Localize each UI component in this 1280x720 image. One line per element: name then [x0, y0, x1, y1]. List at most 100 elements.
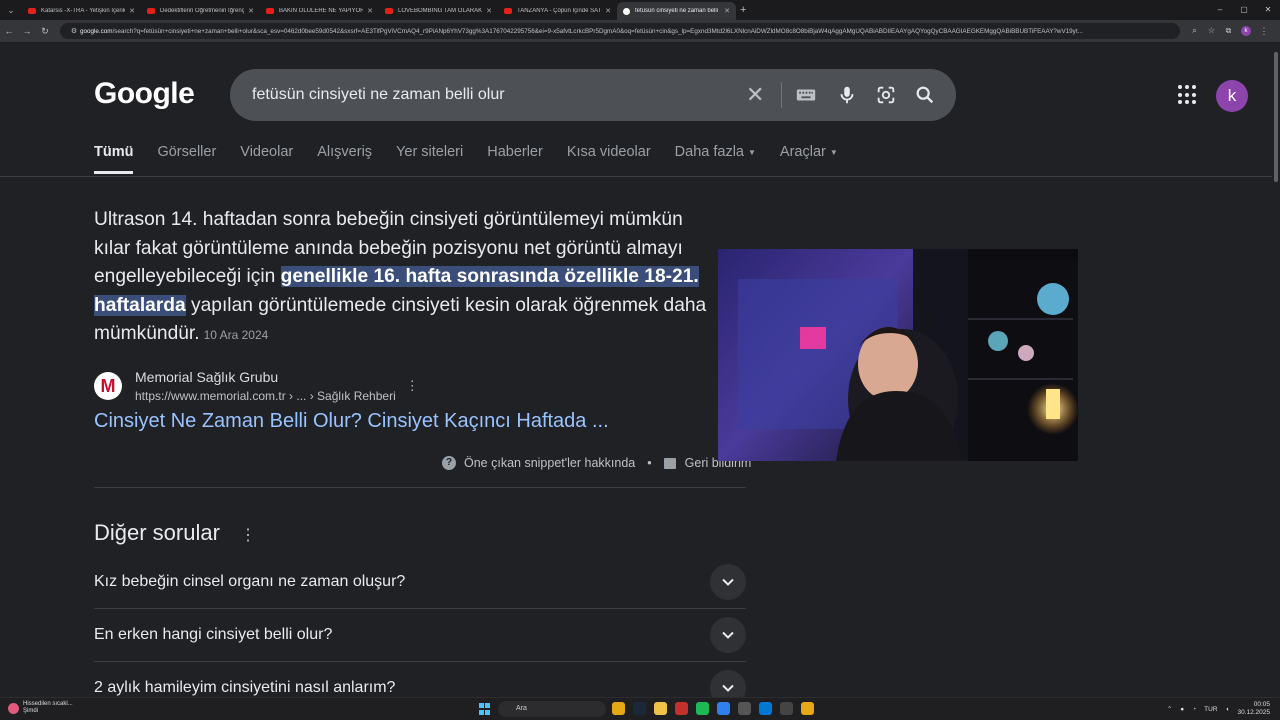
window-close-icon[interactable]: ✕ — [1256, 0, 1280, 20]
app-icon[interactable] — [717, 702, 730, 715]
webcam-image — [718, 249, 1078, 461]
close-icon[interactable]: ✕ — [486, 7, 492, 15]
extensions-icon[interactable]: ⧉ — [1220, 26, 1237, 36]
caret-down-icon: ▼ — [747, 147, 756, 157]
tab-more[interactable]: Daha fazla ▼ — [675, 144, 756, 174]
keyboard-icon[interactable] — [795, 84, 817, 106]
lang-indicator[interactable]: TUR — [1204, 706, 1217, 713]
close-icon[interactable]: ✕ — [367, 7, 373, 15]
opera-icon[interactable] — [675, 702, 688, 715]
close-icon[interactable]: ✕ — [605, 7, 611, 15]
network-icon[interactable]: ◔ — [1192, 706, 1196, 713]
search-input[interactable] — [252, 86, 732, 104]
chevron-down-icon[interactable] — [710, 564, 746, 600]
maximize-icon[interactable]: ▢ — [1232, 0, 1256, 20]
browser-tab-active[interactable]: fetüsün cinsiyeti ne zaman belli ✕ — [617, 2, 736, 20]
chrome-icon[interactable] — [801, 702, 814, 715]
tab-label: Kısa videolar — [566, 144, 651, 160]
microphone-icon[interactable] — [836, 84, 858, 106]
paa-question[interactable]: 2 aylık hamileyim cinsiyetini nasıl anla… — [94, 662, 746, 697]
tab-short-videos[interactable]: Kısa videolar — [567, 144, 651, 174]
snippet-divider — [94, 487, 746, 488]
spotify-icon[interactable] — [696, 702, 709, 715]
browser-tab[interactable]: BAKIN ÖLÜLERE NE YAPIYORLAR✕ — [260, 2, 379, 20]
tab-tools[interactable]: Araçlar ▼ — [780, 144, 838, 174]
paa-question[interactable]: Kız bebeğin cinsel organı ne zaman oluşu… — [94, 556, 746, 609]
github-icon[interactable] — [780, 702, 793, 715]
webcam-overlay — [718, 249, 1078, 461]
account-avatar[interactable]: k — [1216, 80, 1248, 112]
close-icon[interactable]: ✕ — [248, 7, 254, 15]
speaker-icon[interactable]: ◖ — [1226, 706, 1230, 713]
tab-label: Tümü — [94, 144, 134, 160]
file-explorer-icon[interactable] — [654, 702, 667, 715]
forward-arrow-icon[interactable]: → — [18, 26, 36, 36]
more-options-icon[interactable]: ⋮ — [406, 378, 419, 394]
browser-tab[interactable]: TANZANYA - Çöpün İçinde SAT ✕ — [498, 2, 617, 20]
paa-question[interactable]: En erken hangi cinsiyet belli olur? — [94, 609, 746, 662]
site-info-icon[interactable]: ⚙ — [68, 27, 80, 35]
url-path: /search?q=fetüsün+cinsiyeti+ne+zaman+bel… — [112, 27, 1083, 35]
windows-start-icon[interactable] — [479, 703, 491, 715]
url-host: google.com — [80, 27, 113, 35]
bookmark-star-icon[interactable]: ☆ — [1203, 26, 1220, 36]
youtube-icon — [504, 8, 512, 14]
about-snippets-link[interactable]: Öne çıkan snippet'ler hakkında — [464, 456, 635, 470]
tab-title: TANZANYA - Çöpün İçinde SAT — [517, 8, 602, 14]
browser-menu-icon[interactable]: ⋮ — [1255, 26, 1273, 37]
taskbar-clock[interactable]: 00:05 30.12.2025 — [1237, 701, 1270, 717]
more-options-icon[interactable]: ⋮ — [240, 525, 256, 545]
zoom-search-icon[interactable]: ⌕ — [1186, 26, 1203, 36]
result-title-link[interactable]: Cinsiyet Ne Zaman Belli Olur? Cinsiyet K… — [94, 410, 609, 433]
close-icon[interactable]: ✕ — [129, 7, 135, 15]
tab-title: BAKIN ÖLÜLERE NE YAPIYORLAR — [279, 8, 364, 14]
clear-icon[interactable]: ✕ — [746, 82, 764, 108]
tab-label: Yer siteleri — [396, 144, 464, 160]
tab-label: Videolar — [240, 144, 294, 160]
minimize-icon[interactable]: – — [1208, 0, 1232, 20]
chrome-icon[interactable] — [612, 702, 625, 715]
google-logo[interactable]: Google — [94, 77, 195, 111]
tab-places[interactable]: Yer siteleri — [396, 144, 463, 174]
steam-icon[interactable] — [633, 702, 646, 715]
tab-title: Katarsis -X-TRA - Yetişkin İçerik — [41, 8, 126, 14]
chevron-up-icon[interactable]: ⌃ — [1167, 705, 1172, 713]
app-icon[interactable] — [738, 702, 751, 715]
tab-search-chevron-icon[interactable]: ⌄ — [0, 5, 22, 16]
browser-profile-avatar[interactable]: k — [1241, 26, 1251, 36]
google-apps-icon[interactable] — [1178, 85, 1198, 105]
lens-camera-icon[interactable] — [875, 84, 897, 106]
search-box[interactable]: ✕ — [230, 69, 956, 121]
tab-label: Görseller — [157, 144, 217, 160]
tab-news[interactable]: Haberler — [487, 144, 543, 174]
tabs-divider — [0, 176, 1272, 177]
tab-label: Haberler — [487, 144, 543, 160]
snippet-source[interactable]: M Memorial Sağlık Grubu https://www.memo… — [94, 369, 419, 403]
tab-all[interactable]: Tümü — [94, 144, 134, 174]
app-icon[interactable] — [759, 702, 772, 715]
browser-tab[interactable]: Dedektiflerin Öğretmenin İğrenç ✕ — [141, 2, 260, 20]
tab-videos[interactable]: Videolar — [240, 144, 293, 174]
new-tab-plus-icon[interactable]: + — [740, 4, 746, 16]
tab-images[interactable]: Görseller — [157, 144, 216, 174]
taskbar-search[interactable]: Ara — [498, 701, 606, 717]
tab-label: Araçlar — [779, 144, 826, 160]
help-question-icon: ? — [442, 456, 456, 470]
weather-widget[interactable]: Hissedilen sıcakl... Şimdi — [8, 701, 73, 715]
browser-tab[interactable]: Katarsis -X-TRA - Yetişkin İçerik ✕ — [22, 2, 141, 20]
reload-icon[interactable]: ↻ — [36, 26, 54, 37]
tray-app-icon[interactable]: ● — [1180, 706, 1184, 713]
close-icon[interactable]: ✕ — [724, 7, 730, 15]
chevron-down-icon[interactable] — [710, 617, 746, 653]
back-arrow-icon[interactable]: ← — [0, 26, 18, 36]
tab-shopping[interactable]: Alışveriş — [317, 144, 372, 174]
youtube-icon — [385, 8, 393, 14]
url-bar[interactable]: ⚙ google.com/search?q=fetüsün+cinsiyeti+… — [60, 23, 1180, 39]
browser-tab[interactable]: LOVEBOMBING TAM OLARAK ✕ — [379, 2, 498, 20]
search-icon[interactable] — [914, 84, 936, 106]
clock-time: 00:05 — [1253, 701, 1270, 708]
chevron-down-icon[interactable] — [710, 670, 746, 697]
source-url: https://www.memorial.com.tr › ... › Sağl… — [135, 389, 396, 403]
paa-question-text: 2 aylık hamileyim cinsiyetini nasıl anla… — [94, 679, 396, 696]
scrollbar-thumb[interactable] — [1274, 52, 1278, 182]
